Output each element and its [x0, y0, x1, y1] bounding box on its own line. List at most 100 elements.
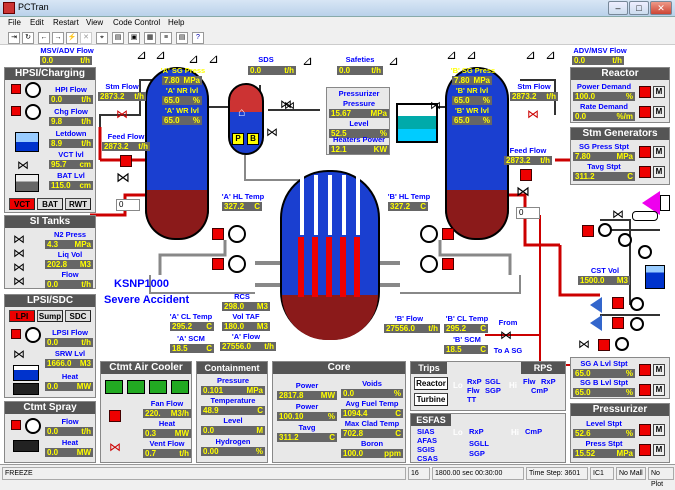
- a-fw-reg-valve-icon[interactable]: ⋈: [116, 169, 130, 186]
- vent-red-indicator[interactable]: [109, 410, 121, 422]
- rcp-a1-red-indicator[interactable]: [212, 228, 224, 240]
- window-icon[interactable]: ▦: [144, 32, 156, 44]
- esfas-rxp[interactable]: RxP: [469, 428, 484, 436]
- menu-code-control[interactable]: Code Control: [113, 18, 160, 27]
- afw-valve-icon[interactable]: ⋈: [578, 337, 590, 351]
- b-msiv-valve-icon[interactable]: ⋈: [527, 107, 539, 121]
- vct-source-button[interactable]: VCT: [9, 198, 35, 210]
- przr-press-stpt-value[interactable]: 15.52 MPa: [573, 449, 635, 458]
- chart-icon[interactable]: ≡: [160, 32, 172, 44]
- b-fw-spin-input[interactable]: 0: [516, 207, 540, 219]
- si-valve-icon-4[interactable]: ⋈: [13, 274, 25, 288]
- from-valve-icon[interactable]: ⋈: [500, 328, 512, 342]
- sds-line-valve-icon[interactable]: ⋈: [284, 99, 295, 112]
- si-valve-icon-1[interactable]: ⋈: [13, 232, 25, 246]
- lpsi-pump-red-indicator[interactable]: [11, 329, 21, 339]
- a-fw-red-indicator[interactable]: [120, 155, 132, 167]
- proportional-heater-indicator[interactable]: P: [232, 133, 244, 145]
- fan-icon-3[interactable]: [149, 380, 167, 394]
- rps-sgl[interactable]: SGL: [485, 378, 500, 386]
- menu-file[interactable]: File: [8, 18, 21, 27]
- bat-source-button[interactable]: BAT: [37, 198, 63, 210]
- sgis-signal[interactable]: SGIS: [417, 446, 435, 454]
- tavg-red-button[interactable]: [639, 166, 651, 178]
- przr-level-stpt-value[interactable]: 52.6%: [573, 429, 635, 438]
- power-demand-red-button[interactable]: [639, 86, 651, 98]
- esfas-sgp[interactable]: SGP: [469, 450, 485, 458]
- afw-pump-icon-2[interactable]: [630, 317, 644, 331]
- close-button[interactable]: ✕: [650, 1, 672, 15]
- sg-press-red-button[interactable]: [639, 146, 651, 158]
- sg-a-red-button[interactable]: [639, 364, 651, 376]
- rcp-b2-red-indicator[interactable]: [442, 258, 454, 270]
- fan-icon-2[interactable]: [127, 380, 145, 394]
- vent-valve-icon[interactable]: ⋈: [109, 440, 121, 454]
- menu-view[interactable]: View: [86, 18, 103, 27]
- menu-help[interactable]: Help: [168, 18, 184, 27]
- mfw-pump-icon-2[interactable]: [618, 233, 632, 247]
- sg-press-stpt-value[interactable]: 7.80 MPa: [573, 152, 635, 161]
- si-valve-icon-3[interactable]: ⋈: [13, 260, 25, 274]
- relief-valve-icon-b2[interactable]: ⊿: [466, 47, 477, 63]
- power-demand-manual-button[interactable]: M: [653, 86, 665, 98]
- afas-signal[interactable]: AFAS: [417, 437, 437, 445]
- stop-icon[interactable]: ✕: [80, 32, 92, 44]
- relief-valve-icon-a1[interactable]: ⊿: [136, 47, 147, 63]
- rate-demand-value[interactable]: 0.0 %/m: [573, 112, 635, 121]
- sds-valve-icon[interactable]: ⊿: [302, 53, 313, 69]
- afw-red-indicator-1[interactable]: [612, 297, 624, 309]
- relief-valve-icon-b4[interactable]: ⊿: [545, 47, 556, 63]
- sg-b-lvl-stpt-value[interactable]: 65.0%: [573, 388, 635, 397]
- minimize-button[interactable]: –: [608, 1, 628, 15]
- hpi-pump-red-indicator[interactable]: [11, 84, 21, 94]
- exit-icon[interactable]: ⇥: [8, 32, 20, 44]
- table-icon[interactable]: ▤: [176, 32, 188, 44]
- sdc-button[interactable]: SDC: [65, 310, 91, 322]
- sg-a-manual-button[interactable]: M: [653, 364, 665, 376]
- afw-red-indicator-3[interactable]: [598, 339, 610, 351]
- rps-sgp[interactable]: SGP: [485, 387, 501, 395]
- turbine-stop-valve-icon[interactable]: ⋈: [612, 207, 624, 221]
- sg-a-lvl-stpt-value[interactable]: 65.0%: [573, 369, 635, 378]
- rate-demand-red-button[interactable]: [639, 106, 651, 118]
- afw-red-indicator-2[interactable]: [612, 317, 624, 329]
- rps-hi-cmp[interactable]: CmP: [531, 387, 548, 395]
- print-icon[interactable]: ▣: [128, 32, 140, 44]
- esfas-sgll[interactable]: SGLL: [469, 440, 489, 448]
- rate-demand-manual-button[interactable]: M: [653, 106, 665, 118]
- a-fw-spin-input[interactable]: 0: [116, 199, 140, 211]
- rps-tt[interactable]: TT: [467, 396, 476, 404]
- rps-hi-rxp[interactable]: RxP: [541, 378, 556, 386]
- run-icon[interactable]: ⚡: [66, 32, 78, 44]
- przr-level-red-button[interactable]: [639, 424, 651, 436]
- safety-valve-icon[interactable]: ⊿: [388, 53, 399, 69]
- rcp-a2-icon[interactable]: [228, 255, 246, 273]
- back-icon[interactable]: ←: [38, 32, 50, 44]
- lpi-button[interactable]: LPI: [9, 310, 35, 322]
- mfw-pump-icon-1[interactable]: [598, 223, 612, 237]
- condensate-pump-icon[interactable]: [638, 245, 652, 259]
- hpi-pump-icon[interactable]: [25, 82, 41, 98]
- afw-pump-icon-1[interactable]: [630, 297, 644, 311]
- a-msiv-valve-icon[interactable]: ⋈: [116, 107, 128, 121]
- fan-icon-4[interactable]: [171, 380, 189, 394]
- backup-heater-indicator[interactable]: B: [247, 133, 259, 145]
- rps-lo-rxp[interactable]: RxP: [467, 378, 482, 386]
- lpsi-valve-icon[interactable]: ⋈: [13, 347, 25, 361]
- tavg-manual-button[interactable]: M: [653, 166, 665, 178]
- przr-press-manual-button[interactable]: M: [653, 444, 665, 456]
- sump-button[interactable]: Sump: [37, 310, 63, 322]
- trip-icon[interactable]: ⌖: [96, 32, 108, 44]
- rps-hi-flw[interactable]: Flw: [523, 378, 536, 386]
- mfw-red-indicator[interactable]: [582, 225, 594, 237]
- restart-icon[interactable]: ↻: [22, 32, 34, 44]
- esfas-cmp[interactable]: CmP: [525, 428, 542, 436]
- sg-b-red-button[interactable]: [639, 384, 651, 396]
- menu-restart[interactable]: Restart: [53, 18, 79, 27]
- relief-valve-icon-a4[interactable]: ⊿: [208, 51, 219, 67]
- csas-signal[interactable]: CSAS: [417, 455, 438, 463]
- rcp-a2-red-indicator[interactable]: [212, 258, 224, 270]
- rcp-b1-red-indicator[interactable]: [442, 228, 454, 240]
- b-fw-reg-valve-icon[interactable]: ⋈: [516, 183, 530, 200]
- afw-pump-icon-3[interactable]: [615, 337, 629, 351]
